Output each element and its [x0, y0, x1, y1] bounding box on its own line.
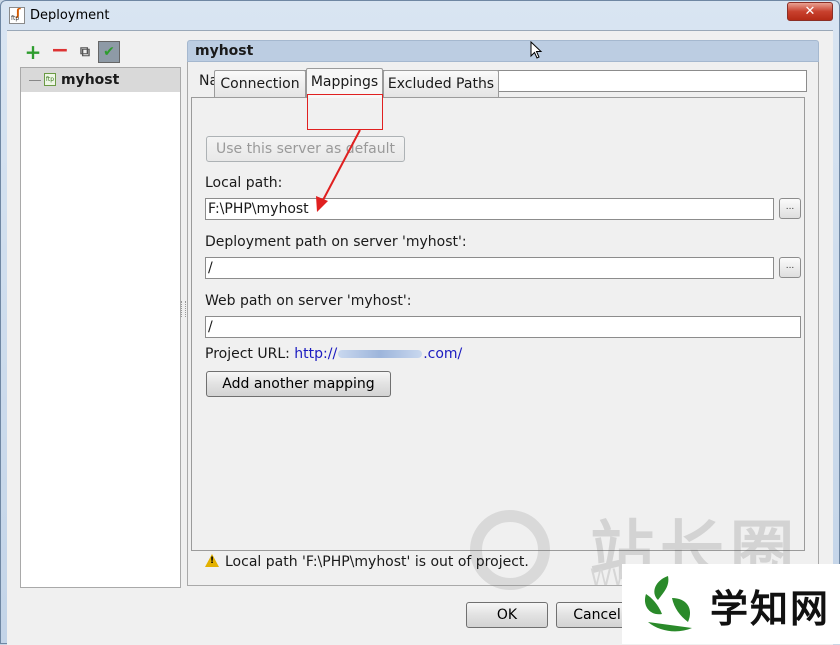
add-server-icon[interactable]: +: [23, 42, 43, 62]
annotation-arrow: [316, 129, 361, 212]
deployment-path-browse-button[interactable]: ...: [779, 257, 801, 278]
warning-icon: !: [205, 554, 219, 567]
ok-button[interactable]: OK: [466, 602, 548, 628]
tab-excluded-paths[interactable]: Excluded Paths: [383, 70, 499, 98]
corner-logo: 学知网: [622, 564, 840, 644]
local-path-field[interactable]: F:\PHP\myhost: [205, 198, 774, 220]
web-path-field[interactable]: /: [205, 316, 801, 338]
redacted-domain: [338, 350, 423, 358]
warning-message: Local path 'F:\PHP\myhost' is out of pro…: [225, 554, 529, 570]
ftp-server-icon: ftp: [44, 73, 56, 86]
logo-text: 学知网: [710, 587, 831, 631]
app-icon: ʃ ftp: [9, 6, 25, 24]
local-path-label: Local path:: [205, 175, 283, 191]
server-tree: ftp myhost: [20, 67, 181, 588]
server-header-title: myhost: [195, 43, 254, 59]
leaf-logo-icon: [644, 576, 692, 632]
mouse-cursor-icon: [530, 41, 543, 59]
tab-connection[interactable]: Connection: [214, 70, 306, 98]
watermark-logo-circle: [470, 510, 550, 590]
project-url-suffix: .com/: [423, 346, 463, 362]
add-another-mapping-button[interactable]: Add another mapping: [206, 371, 391, 397]
close-button[interactable]: ✕: [787, 2, 833, 21]
deployment-path-label: Deployment path on server 'myhost':: [205, 234, 467, 250]
window-title: Deployment: [30, 8, 110, 23]
project-url-prefix: http://: [294, 346, 338, 362]
server-header: myhost: [187, 40, 819, 62]
remove-server-icon[interactable]: −: [50, 40, 70, 62]
deployment-path-field[interactable]: /: [205, 257, 774, 279]
tree-item-label: myhost: [61, 72, 120, 88]
splitter-handle[interactable]: [181, 301, 186, 317]
local-path-browse-button[interactable]: ...: [779, 198, 801, 219]
project-url-label: Project URL:: [205, 346, 290, 362]
use-as-default-icon[interactable]: ✔: [98, 41, 120, 63]
title-bar: ʃ ftp Deployment ✕: [1, 1, 839, 31]
copy-server-icon[interactable]: ⧉: [75, 42, 95, 62]
project-url-row: Project URL: http:// .com/: [205, 346, 462, 362]
tree-connector: [29, 80, 41, 81]
tree-item-myhost[interactable]: ftp myhost: [21, 68, 180, 92]
web-path-label: Web path on server 'myhost':: [205, 293, 412, 309]
project-url-link[interactable]: http:// .com/: [294, 346, 462, 362]
